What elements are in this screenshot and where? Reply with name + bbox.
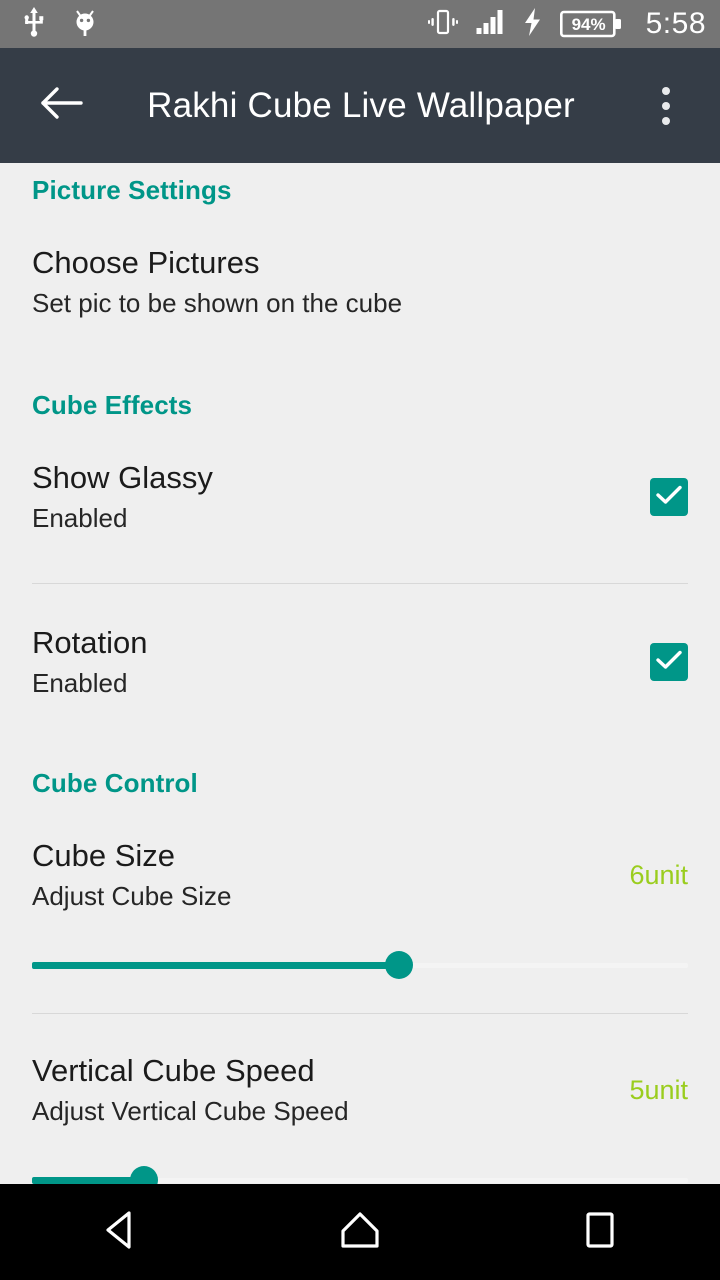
section-header-cube-effects: Cube Effects <box>32 390 193 420</box>
pref-subtitle: Enabled <box>32 668 128 698</box>
slider-fill <box>32 961 400 969</box>
pref-text: Rotation Enabled <box>32 623 636 701</box>
check-icon <box>656 485 682 510</box>
status-clock: 5:58 <box>645 7 706 40</box>
battery-icon: 94% <box>559 9 622 39</box>
status-bar-right-icons: 94% 5:58 <box>427 7 706 41</box>
overflow-dot <box>662 101 670 110</box>
android-debug-icon <box>72 7 98 42</box>
signal-icon <box>476 9 506 40</box>
back-nav-button[interactable] <box>60 1184 180 1280</box>
back-button[interactable] <box>34 78 90 134</box>
slider-fill <box>32 1176 144 1184</box>
section-header-cube-control: Cube Control <box>32 768 198 798</box>
navigation-bar <box>0 1184 720 1280</box>
vertical-cube-speed-value: 5unit <box>629 1074 688 1105</box>
recents-nav-icon <box>581 1209 619 1256</box>
overflow-menu-icon[interactable] <box>638 78 694 134</box>
recents-nav-button[interactable] <box>540 1184 660 1280</box>
rotation-checkbox[interactable] <box>650 643 688 681</box>
pref-row-vertical-cube-speed[interactable]: Vertical Cube Speed Adjust Vertical Cube… <box>0 1042 720 1138</box>
pref-row-show-glassy[interactable]: Show Glassy Enabled <box>0 449 720 545</box>
charging-bolt-icon <box>524 7 542 41</box>
row-divider <box>32 1013 688 1014</box>
pref-title: Vertical Cube Speed <box>32 1053 315 1088</box>
pref-text: Choose Pictures Set pic to be shown on t… <box>32 243 688 321</box>
battery-percent-label: 94% <box>571 14 606 34</box>
show-glassy-checkbox[interactable] <box>650 478 688 516</box>
overflow-dot <box>662 86 670 95</box>
pref-row-choose-pictures[interactable]: Choose Pictures Set pic to be shown on t… <box>0 234 720 330</box>
pref-subtitle: Adjust Vertical Cube Speed <box>32 1096 349 1126</box>
usb-icon <box>22 6 46 42</box>
status-bar-left-icons <box>22 6 98 42</box>
back-arrow-icon <box>40 86 84 125</box>
row-divider <box>32 583 688 584</box>
section-header-picture-settings: Picture Settings <box>32 175 232 205</box>
back-nav-icon <box>100 1209 140 1256</box>
settings-scroll-area[interactable]: Picture Settings Choose Pictures Set pic… <box>0 163 720 1184</box>
check-icon <box>656 650 682 675</box>
slider-thumb[interactable] <box>129 1166 158 1184</box>
vibrate-icon <box>427 8 458 41</box>
pref-text: Cube Size Adjust Cube Size <box>32 836 613 914</box>
app-bar: Rakhi Cube Live Wallpaper <box>0 48 720 163</box>
cube-size-value: 6unit <box>629 859 688 890</box>
page-title: Rakhi Cube Live Wallpaper <box>147 85 575 125</box>
pref-title: Choose Pictures <box>32 245 260 280</box>
home-nav-button[interactable] <box>300 1184 420 1280</box>
pref-subtitle: Enabled <box>32 503 128 533</box>
overflow-dot <box>662 116 670 125</box>
pref-row-rotation[interactable]: Rotation Enabled <box>0 614 720 710</box>
pref-subtitle: Adjust Cube Size <box>32 881 232 911</box>
pref-title: Show Glassy <box>32 460 213 495</box>
vertical-cube-speed-slider[interactable] <box>32 1160 688 1184</box>
pref-title: Cube Size <box>32 838 176 873</box>
pref-row-cube-size[interactable]: Cube Size Adjust Cube Size 6unit <box>0 827 720 923</box>
pref-text: Show Glassy Enabled <box>32 458 636 536</box>
home-nav-icon <box>339 1209 381 1256</box>
slider-thumb[interactable] <box>385 951 414 979</box>
pref-title: Rotation <box>32 625 148 660</box>
status-bar: 94% 5:58 <box>0 0 720 48</box>
pref-text: Vertical Cube Speed Adjust Vertical Cube… <box>32 1051 613 1129</box>
pref-subtitle: Set pic to be shown on the cube <box>32 288 403 318</box>
cube-size-slider[interactable] <box>32 945 688 985</box>
